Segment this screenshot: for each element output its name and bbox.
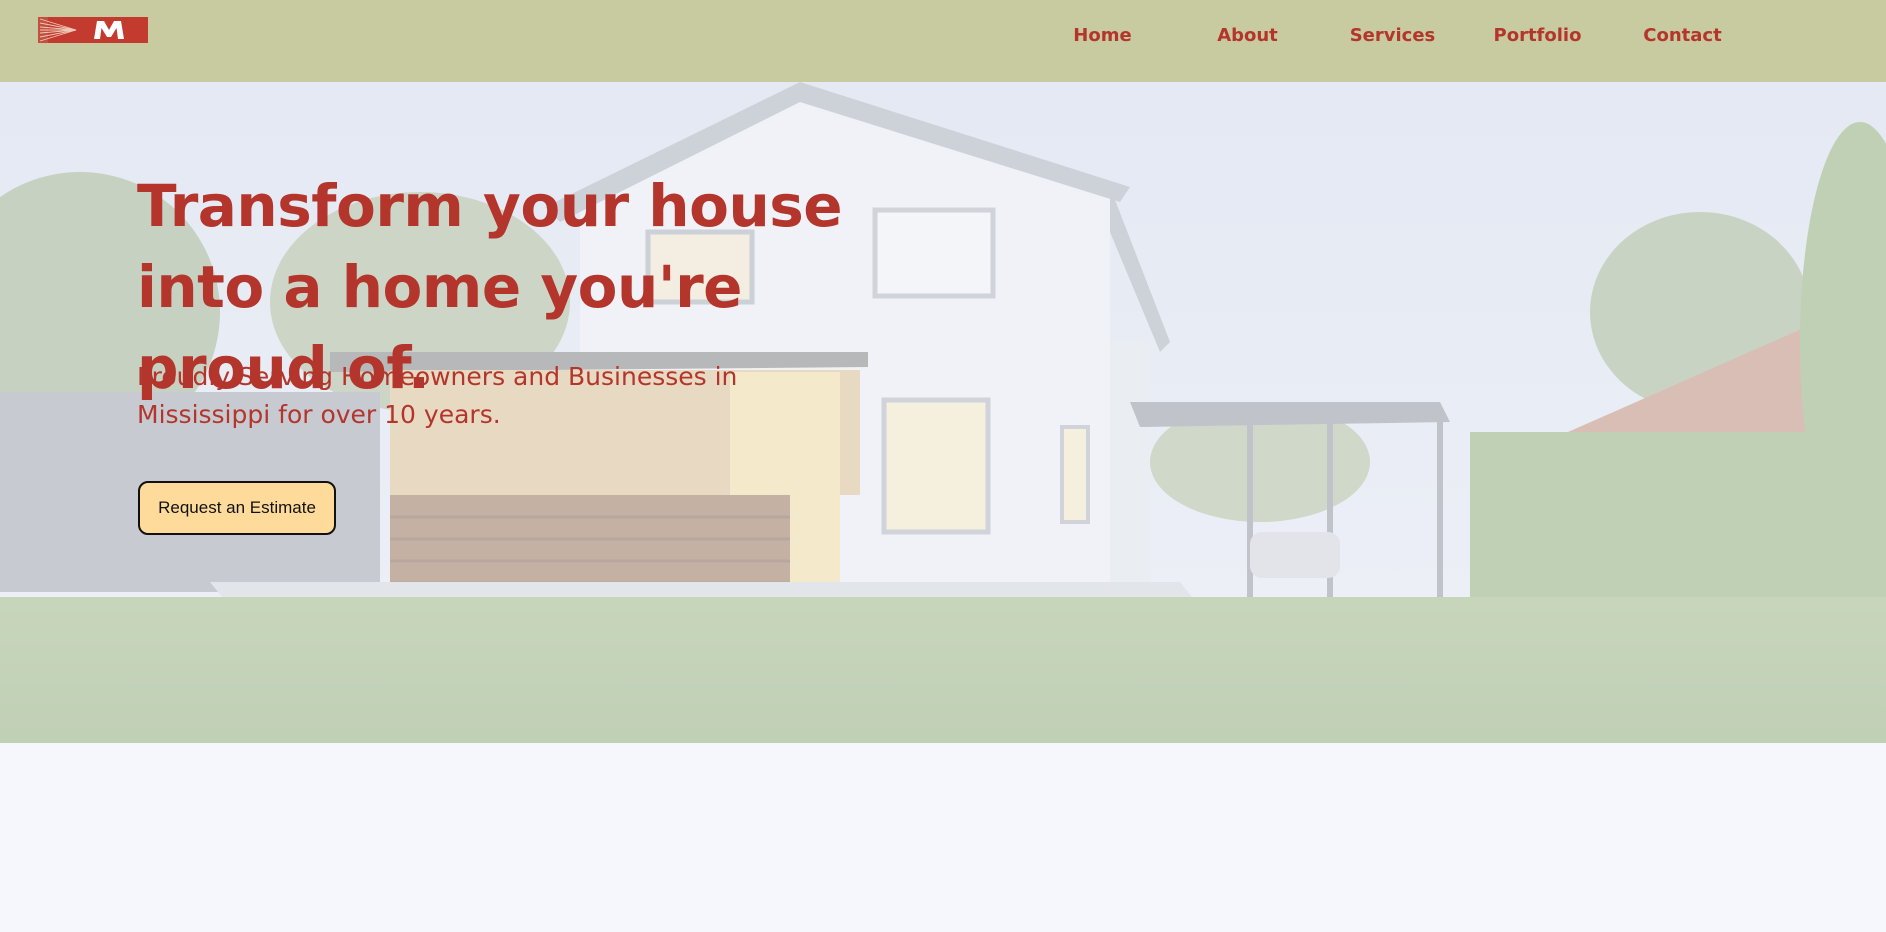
company-logo[interactable] [38, 16, 148, 44]
nav-link-about[interactable]: About [1175, 25, 1320, 46]
nav-link-contact[interactable]: Contact [1610, 25, 1755, 46]
request-estimate-button[interactable]: Request an Estimate [138, 481, 336, 535]
nav-link-portfolio[interactable]: Portfolio [1465, 25, 1610, 46]
main-navigation: Home About Services Portfolio Contact [1030, 0, 1755, 70]
hero-section: Transform your house into a home you're … [0, 82, 1886, 743]
site-header: Home About Services Portfolio Contact [0, 0, 1886, 82]
nav-link-home[interactable]: Home [1030, 25, 1175, 46]
hero-subtitle: Proudly Serving Homeowners and Businesse… [137, 362, 738, 429]
nav-link-services[interactable]: Services [1320, 25, 1465, 46]
